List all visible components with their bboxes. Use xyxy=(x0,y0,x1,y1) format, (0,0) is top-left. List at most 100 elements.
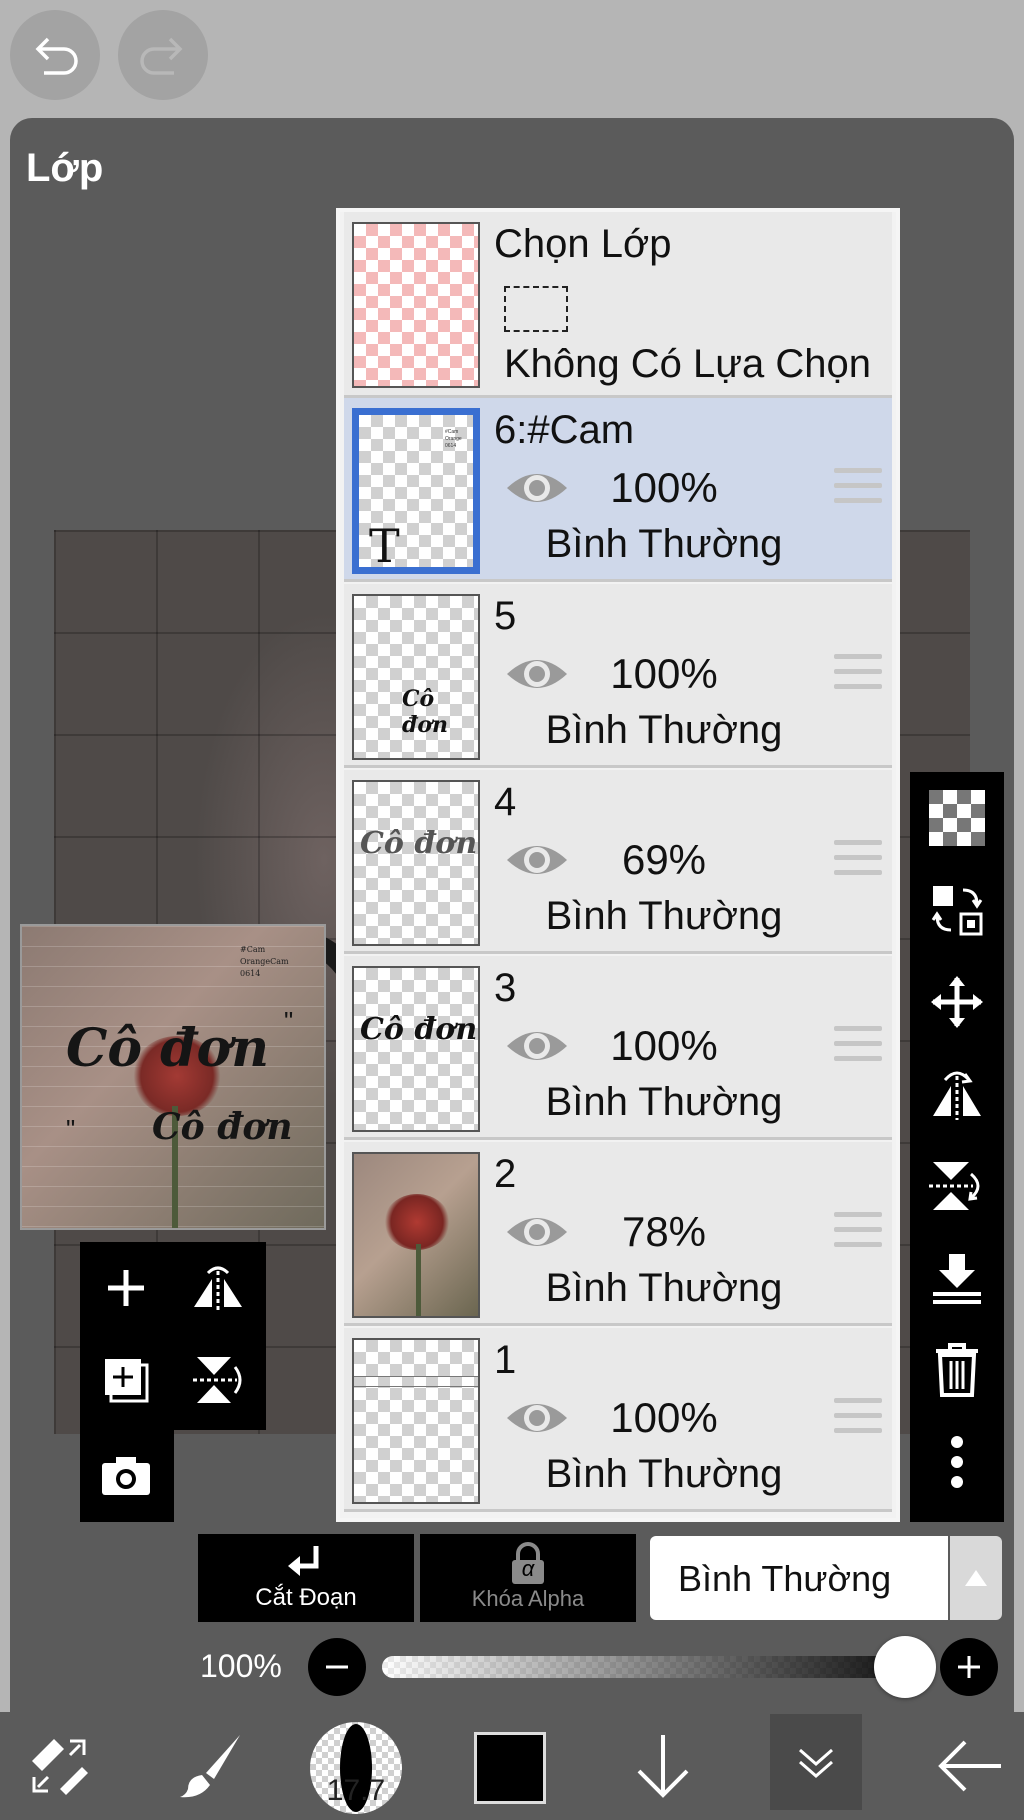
camera-icon xyxy=(102,1457,150,1495)
alpha-lock-button[interactable]: α Khóa Alpha xyxy=(420,1534,636,1622)
back-button[interactable] xyxy=(930,1712,1010,1820)
layer-swap-icon xyxy=(931,886,983,936)
eye-icon[interactable] xyxy=(504,1396,570,1440)
opacity-slider-thumb[interactable] xyxy=(874,1636,936,1698)
eye-icon[interactable] xyxy=(504,1024,570,1068)
blend-mode-select[interactable]: Bình Thường xyxy=(650,1536,948,1620)
layer-list: Chọn Lớp Không Có Lựa Chọn T #Cam Orange 0… xyxy=(336,208,900,1522)
clipping-button[interactable]: Cắt Đoạn xyxy=(198,1534,414,1622)
layer-opacity: 69% xyxy=(621,836,707,883)
undo-icon xyxy=(35,37,78,75)
eye-icon[interactable] xyxy=(504,1210,570,1254)
opacity-value: 100% xyxy=(200,1648,282,1684)
camera-button[interactable] xyxy=(80,1430,172,1522)
rose-image xyxy=(384,1194,450,1250)
redo-icon xyxy=(140,37,183,75)
layer-blend-mode: Bình Thường xyxy=(545,1080,783,1124)
layer-name: 6:#Cam xyxy=(494,408,635,452)
color-swatch[interactable] xyxy=(474,1732,546,1804)
add-layer-icon xyxy=(108,1270,144,1306)
opacity-decrease-button[interactable] xyxy=(308,1638,366,1696)
thumbnail-deco-right: " xyxy=(284,1006,294,1036)
layer-opacity: 100% xyxy=(610,650,718,697)
layer-row[interactable]: Cô đơn 3 100% Bình Thường xyxy=(344,956,892,1140)
layer-blend-mode: Bình Thường xyxy=(545,708,783,752)
add-layer-button[interactable] xyxy=(80,1242,172,1334)
undo-button[interactable] xyxy=(10,10,100,100)
layer-opacity: 78% xyxy=(621,1208,707,1255)
eye-icon[interactable] xyxy=(504,838,570,882)
layer-name: 3 xyxy=(494,966,517,1010)
merge-down-icon xyxy=(933,1254,981,1304)
alpha-lock-label: Khóa Alpha xyxy=(471,1586,585,1611)
merge-down-button[interactable] xyxy=(910,1232,1004,1324)
layer-blend-mode: Bình Thường xyxy=(545,894,783,938)
layer-thumb-text: Cô đơn xyxy=(402,686,449,738)
layer-thumb-text: Cô đơn xyxy=(360,826,478,861)
transform-tool-button[interactable] xyxy=(16,1712,102,1820)
move-icon xyxy=(931,976,983,1028)
eye-icon[interactable] xyxy=(504,652,570,696)
add-layer-copy-icon xyxy=(105,1359,149,1403)
flip-vertical-icon xyxy=(193,1357,242,1403)
more-options-button[interactable] xyxy=(910,1416,1004,1508)
flip-layer-horizontal-button[interactable] xyxy=(172,1242,264,1334)
opacity-increase-button[interactable] xyxy=(940,1638,998,1696)
transform-icon xyxy=(32,1739,88,1795)
drag-handle-icon[interactable] xyxy=(834,1026,882,1066)
layer-name: 4 xyxy=(494,780,517,824)
more-icon xyxy=(951,1436,963,1488)
right-toolbox xyxy=(910,772,1004,1522)
layers-button[interactable] xyxy=(770,1714,862,1810)
selection-layer-subtitle: Không Có Lựa Chọn xyxy=(504,342,872,386)
layer-thumbnail: Cô đơn xyxy=(352,594,480,760)
layer-name: 5 xyxy=(494,594,517,638)
selection-layer-title: Chọn Lớp xyxy=(494,222,672,266)
layer-name: 1 xyxy=(494,1338,517,1382)
move-button[interactable] xyxy=(910,956,1004,1048)
drag-handle-icon[interactable] xyxy=(834,1212,882,1252)
panel-title: Lớp xyxy=(26,146,104,190)
flip-horizontal-button[interactable] xyxy=(910,1048,1004,1140)
drag-handle-icon[interactable] xyxy=(834,840,882,880)
layer-swap-button[interactable] xyxy=(910,864,1004,956)
layer-row[interactable]: T #Cam Orange 0614 6:#Cam 100% Bình Thường xyxy=(344,398,892,582)
layer-blend-mode: Bình Thường xyxy=(545,522,783,566)
layer-row[interactable]: Cô đơn 5 100% Bình Thường xyxy=(344,584,892,768)
drag-handle-icon[interactable] xyxy=(834,468,882,508)
drag-handle-icon[interactable] xyxy=(834,1398,882,1438)
layer-thumbnail xyxy=(352,1152,480,1318)
layer-row[interactable]: 2 78% Bình Thường xyxy=(344,1142,892,1326)
flip-vertical-button[interactable] xyxy=(910,1140,1004,1232)
layer-blend-mode: Bình Thường xyxy=(545,1452,783,1496)
delete-layer-button[interactable] xyxy=(910,1324,1004,1416)
selection-layer[interactable]: Chọn Lớp Không Có Lựa Chọn xyxy=(344,212,892,398)
redo-button[interactable] xyxy=(118,10,208,100)
opacity-slider[interactable] xyxy=(382,1656,920,1678)
layer-thumb-small-text: #Cam Orange 0614 xyxy=(445,429,462,449)
move-layer-down-button[interactable] xyxy=(630,1712,696,1820)
layer-row[interactable]: 1 100% Bình Thường xyxy=(344,1328,892,1512)
layer-name: 2 xyxy=(494,1152,517,1196)
triangle-up-icon xyxy=(965,1570,987,1586)
left-toolbox xyxy=(80,1242,266,1430)
layer-opacity: 100% xyxy=(610,1022,718,1069)
layer-thumbnail: T #Cam Orange 0614 xyxy=(352,408,480,574)
layer-opacity: 100% xyxy=(610,464,718,511)
transparency-button[interactable] xyxy=(910,772,1004,864)
add-copy-layer-button[interactable] xyxy=(80,1334,172,1426)
plus-icon xyxy=(958,1656,980,1678)
brush-size-button[interactable]: 17.7 xyxy=(310,1722,402,1814)
back-arrow-icon xyxy=(938,1740,1001,1792)
blend-mode-dropdown-button[interactable] xyxy=(950,1536,1002,1620)
flip-rotate-icon xyxy=(933,1071,981,1120)
eye-icon[interactable] xyxy=(504,466,570,510)
flip-layer-vertical-button[interactable] xyxy=(172,1334,264,1426)
drag-handle-icon[interactable] xyxy=(834,654,882,694)
layer-thumb-text: Cô đơn xyxy=(360,1012,478,1047)
flip-horizontal-icon xyxy=(194,1266,242,1311)
left-toolbox-camera xyxy=(80,1430,174,1522)
brush-tool-button[interactable] xyxy=(168,1712,254,1820)
thumbnail-deco-left: " xyxy=(66,1114,76,1144)
layer-row[interactable]: Cô đơn 4 69% Bình Thường xyxy=(344,770,892,954)
